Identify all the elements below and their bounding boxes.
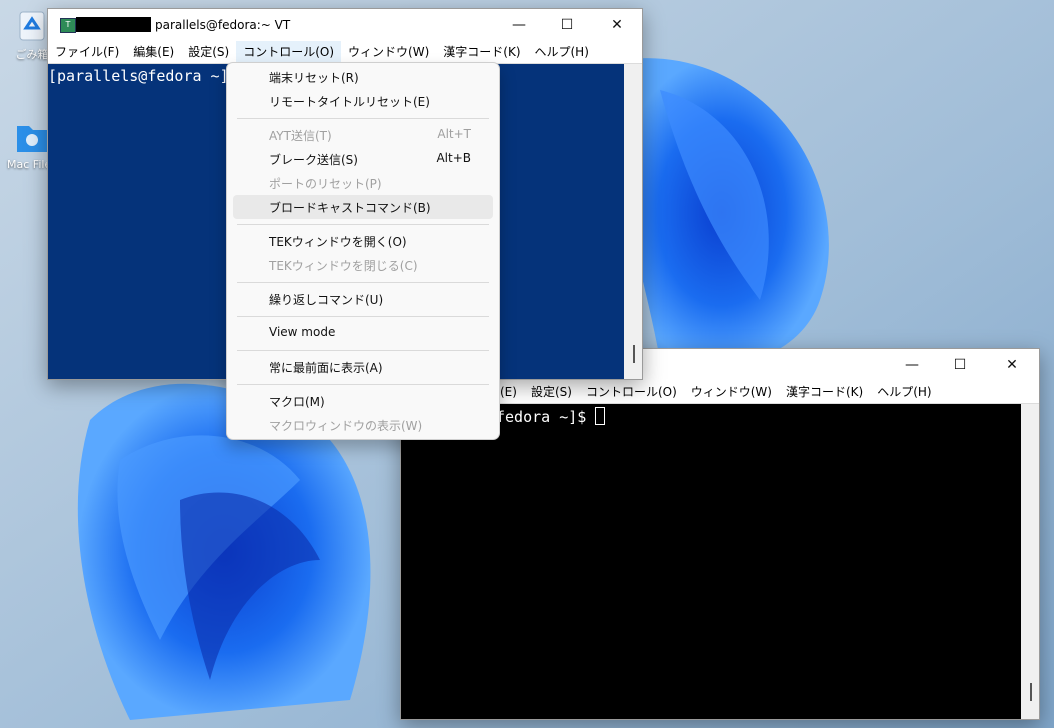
- folder-icon: [12, 118, 52, 156]
- menu-separator: [237, 350, 489, 351]
- maximize-icon[interactable]: ☐: [937, 349, 983, 381]
- menu-file[interactable]: ファイル(F): [48, 41, 126, 63]
- menu-kanji-code[interactable]: 漢字コード(K): [436, 41, 527, 63]
- menu-item-show-macro-window[interactable]: マクロウィンドウの表示(W): [233, 413, 493, 437]
- terminal-area[interactable]: fedora ~]$: [401, 404, 1021, 719]
- menu-item-port-reset[interactable]: ポートのリセット(P): [233, 171, 493, 195]
- menu-help[interactable]: ヘルプ(H): [870, 381, 938, 403]
- menu-item-macro[interactable]: マクロ(M): [233, 389, 493, 413]
- menu-separator: [237, 224, 489, 225]
- menu-separator: [237, 282, 489, 283]
- menu-settings[interactable]: 設定(S): [524, 381, 579, 403]
- menu-window[interactable]: ウィンドウ(W): [684, 381, 779, 403]
- menu-item-view-mode[interactable]: View mode: [233, 321, 493, 345]
- menu-control[interactable]: コントロール(O): [236, 41, 342, 63]
- menu-item-remote-title-reset[interactable]: リモートタイトルリセット(E): [233, 89, 493, 113]
- redacted-hostname: [76, 17, 151, 32]
- menu-item-terminal-reset[interactable]: 端末リセット(R): [233, 65, 493, 89]
- menu-item-always-on-top[interactable]: 常に最前面に表示(A): [233, 355, 493, 379]
- close-icon[interactable]: ✕: [594, 9, 640, 41]
- terminal-prompt: [parallels@fedora ~]$: [48, 67, 238, 85]
- terminal-cursor: [595, 407, 606, 425]
- teraterm-icon: T: [60, 18, 76, 33]
- terminal-scrollbar[interactable]: [624, 64, 642, 379]
- terminal-prompt: fedora ~]$: [496, 408, 587, 426]
- menu-item-close-tek-window[interactable]: TEKウィンドウを閉じる(C): [233, 253, 493, 277]
- menu-item-send-break[interactable]: ブレーク送信(S) Alt+B: [233, 147, 493, 171]
- close-icon[interactable]: ✕: [989, 349, 1035, 381]
- minimize-icon[interactable]: —: [889, 349, 935, 381]
- menu-edit[interactable]: 編集(E): [126, 41, 181, 63]
- menu-item-broadcast-command[interactable]: ブロードキャストコマンド(B): [233, 195, 493, 219]
- menu-settings[interactable]: 設定(S): [181, 41, 236, 63]
- menu-control[interactable]: コントロール(O): [579, 381, 684, 403]
- menu-item-repeat-command[interactable]: 繰り返しコマンド(U): [233, 287, 493, 311]
- recycle-bin-icon: [12, 6, 52, 44]
- menu-item-send-ayt[interactable]: AYT送信(T) Alt+T: [233, 123, 493, 147]
- window-title: parallels@fedora:~ VT: [155, 18, 291, 32]
- recycle-bin-label: ごみ箱: [15, 48, 49, 61]
- menu-separator: [237, 118, 489, 119]
- menu-window[interactable]: ウィンドウ(W): [341, 41, 436, 63]
- window1-menubar: ファイル(F) 編集(E) 設定(S) コントロール(O) ウィンドウ(W) 漢字コード(…: [48, 41, 642, 64]
- menu-separator: [237, 384, 489, 385]
- menu-kanji-code[interactable]: 漢字コード(K): [779, 381, 870, 403]
- menu-help[interactable]: ヘルプ(H): [528, 41, 596, 63]
- control-menu-dropdown: 端末リセット(R) リモートタイトルリセット(E) AYT送信(T) Alt+T …: [226, 62, 500, 440]
- minimize-icon[interactable]: —: [496, 9, 542, 41]
- menu-item-open-tek-window[interactable]: TEKウィンドウを開く(O): [233, 229, 493, 253]
- window1-titlebar[interactable]: T parallels@fedora:~ VT — ☐ ✕: [48, 9, 642, 41]
- maximize-icon[interactable]: ☐: [544, 9, 590, 41]
- terminal-scrollbar[interactable]: [1021, 404, 1039, 719]
- menu-separator: [237, 316, 489, 317]
